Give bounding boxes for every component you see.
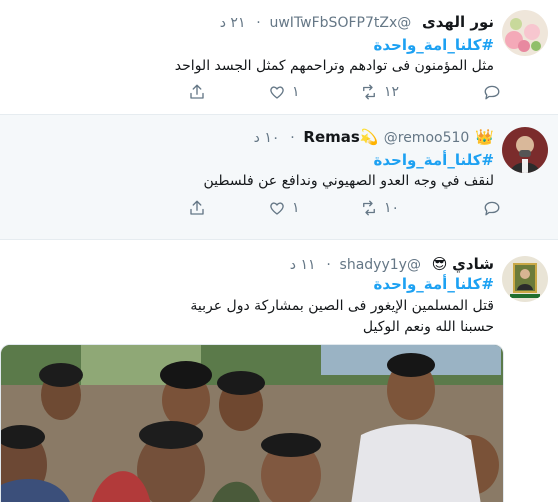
retweet-icon [363,84,375,100]
reply-icon [484,201,500,216]
hashtag-link[interactable]: #كلنا_أمة_واحدة [374,275,495,293]
tweet-text: مثل المؤمنون فى توادهم وتراحمهم كمثل الج… [174,58,494,74]
share-icon [190,200,204,215]
display-name[interactable]: نور الهدى [422,13,494,31]
tweet-1[interactable]: نور الهدى @uwITwFbSOFP7tZx · ٢١ د #كلنا_… [0,0,558,115]
avatar[interactable] [502,127,548,173]
retweet-count: ١٠ [384,200,400,216]
heart-icon [270,86,284,99]
tweet-text-line-1: قتل المسلمين الإيغور فى الصين بمشاركة دو… [190,298,494,314]
crown-emoji: 👑 [475,128,494,146]
separator-dot: · [326,257,331,273]
action-bar: ١ ١٢ [0,83,500,105]
timestamp[interactable]: ٢١ د [220,15,246,31]
user-handle[interactable]: @shadyy1y [340,257,421,273]
hashtag-link[interactable]: #كلنا_امة_واحدة [374,36,495,54]
share-button[interactable] [188,83,206,101]
heart-icon [270,202,284,215]
like-button[interactable]: ١ [268,199,300,217]
share-button[interactable] [188,199,206,217]
separator-dot: · [256,15,261,31]
reply-button[interactable] [483,199,501,217]
timestamp[interactable]: ١١ د [290,257,316,273]
like-button[interactable]: ١ [268,83,300,101]
retweet-button[interactable]: ١٢ [360,83,399,101]
like-count: ١ [292,84,300,100]
separator-dot: · [290,130,295,146]
crowd-photo-icon [1,345,503,502]
timeline: نور الهدى @uwITwFbSOFP7tZx · ٢١ د #كلنا_… [0,0,558,502]
portrait-avatar-icon [502,256,548,302]
retweet-icon [363,200,375,216]
reply-icon [484,85,500,100]
user-handle[interactable]: @uwITwFbSOFP7tZx [269,15,411,31]
avatar[interactable] [502,256,548,302]
tweet-text: لنقف في وجه العدو الصهيوني وندافع عن فلس… [203,173,494,189]
flower-avatar-icon [502,10,548,56]
man-avatar-icon [502,127,548,173]
user-handle[interactable]: @remoo510 [384,130,470,146]
tweet-text-line-2: حسبنا الله ونعم الوكيل [362,319,494,335]
hashtag-link[interactable]: #كلنا_أمة_واحدة [374,151,495,169]
like-count: ١ [292,200,300,216]
tweet-media-image[interactable] [0,344,504,502]
dizzy-emoji: 💫 [359,128,379,146]
share-icon [190,84,204,99]
avatar[interactable] [502,10,548,56]
retweet-button[interactable]: ١٠ [360,199,399,217]
display-name-text: Remas [303,128,360,146]
tweet-3[interactable]: شادي 😎 @shadyy1y · ١١ د #كلنا_أمة_واحدة … [0,240,558,502]
action-bar: ١ ١٠ [0,199,500,221]
tweet-2[interactable]: 👑 Remas💫 @remoo510 · ١٠ د #كلنا_أمة_واحدة… [0,115,558,240]
reply-button[interactable] [483,83,501,101]
display-name[interactable]: شادي [452,255,494,273]
sunglasses-emoji: 😎 [431,255,448,273]
retweet-count: ١٢ [384,84,400,100]
timestamp[interactable]: ١٠ د [254,130,280,146]
